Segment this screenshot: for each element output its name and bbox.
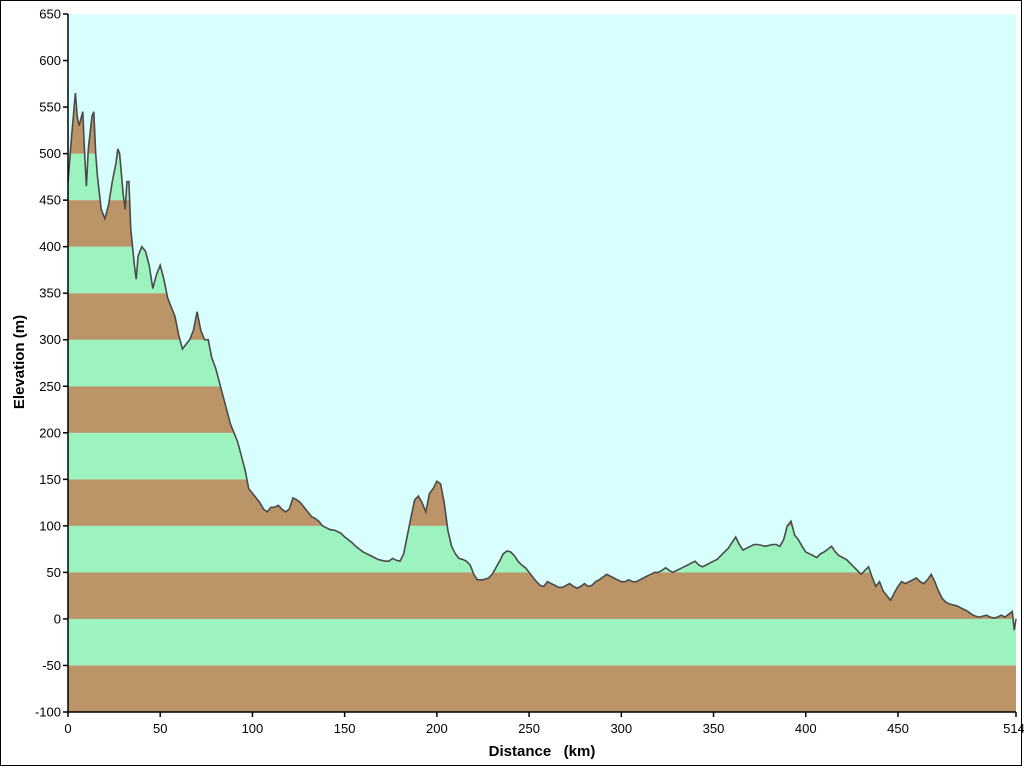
y-tick-label: 400 [39, 239, 61, 254]
y-axis-ticks: 650600550500450400350300250200150100500-… [35, 7, 68, 720]
x-tick-label: 250 [518, 721, 540, 736]
x-tick-label: 514 [1003, 721, 1024, 736]
x-tick-label: 350 [703, 721, 725, 736]
x-tick-label: 100 [242, 721, 264, 736]
x-tick-label: 450 [887, 721, 909, 736]
x-tick-label: 200 [426, 721, 448, 736]
y-tick-label: 300 [39, 332, 61, 347]
y-tick-label: 350 [39, 286, 61, 301]
y-tick-label: 500 [39, 146, 61, 161]
x-tick-label: 50 [153, 721, 167, 736]
y-tick-label: 50 [47, 565, 61, 580]
x-axis-ticks: 0 50 100 150 200 250 300 350 400 450 514 [64, 712, 1024, 736]
elevation-band [68, 618, 1016, 666]
x-axis-title: Distance (km) [489, 743, 596, 760]
y-tick-label: 200 [39, 425, 61, 440]
x-tick-label: 150 [334, 721, 356, 736]
y-tick-label: 250 [39, 379, 61, 394]
elevation-profile-chart: 650600550500450400350300250200150100500-… [11, 7, 1024, 761]
y-tick-label: 0 [54, 611, 61, 626]
elevation-band [68, 665, 1016, 712]
y-tick-label: 450 [39, 193, 61, 208]
y-tick-label: -100 [35, 705, 61, 720]
y-axis-title: Elevation (m) [11, 315, 28, 409]
y-tick-label: 150 [39, 472, 61, 487]
x-tick-label: 0 [64, 721, 71, 736]
x-tick-label: 400 [795, 721, 817, 736]
y-tick-label: 100 [39, 518, 61, 533]
y-tick-label: 600 [39, 53, 61, 68]
y-tick-label: 550 [39, 100, 61, 115]
x-tick-label: 300 [610, 721, 632, 736]
y-tick-label: 650 [39, 7, 61, 22]
y-tick-label: -50 [42, 658, 61, 673]
